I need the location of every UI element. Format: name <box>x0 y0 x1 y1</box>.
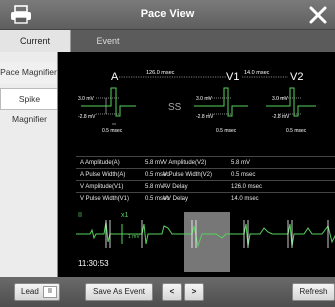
tab-bar: Current Event <box>0 30 335 52</box>
table-row: A Pulse Width(A) 0.5 msec V Pulse Width(V… <box>76 168 335 180</box>
svg-text:3.0 mV: 3.0 mV <box>78 96 95 102</box>
break-mark: SS <box>168 102 182 113</box>
table-row: V Pulse Width(V1) 0.5 msec VV Delay 14.0 m… <box>76 192 335 204</box>
measurement-table: A Amplitude(A) 5.8 mV V Amplitude(V2) 5.8 … <box>76 156 335 204</box>
svg-text:0.5 msec: 0.5 msec <box>216 128 237 134</box>
sidebar-item-spike-magnifier[interactable]: Spike Magnifier <box>0 88 58 124</box>
table-row: A Amplitude(A) 5.8 mV V Amplitude(V2) 5.8 … <box>76 156 335 168</box>
svg-text:3.0 mV: 3.0 mV <box>272 96 289 102</box>
av-interval: 126.0 msec <box>146 70 175 76</box>
spike-magnifier-view: A V1 V2 126.0 msec 14.0 msec 3.0 mV -2.8… <box>78 70 316 134</box>
next-button[interactable]: > <box>184 283 204 301</box>
svg-text:0.5 msec: 0.5 msec <box>102 128 123 134</box>
close-icon[interactable] <box>307 4 329 26</box>
lead-value[interactable]: II <box>43 286 57 298</box>
highlight-region <box>184 212 230 272</box>
sidebar-item-pace-magnifier[interactable]: Pace Magnifier <box>0 62 57 84</box>
svg-text:0.5 msec: 0.5 msec <box>286 128 307 134</box>
label-a: A <box>111 71 119 83</box>
vv-interval: 14.0 msec <box>244 70 270 76</box>
lead-selector[interactable]: Lead II <box>14 283 60 301</box>
strip-lead-label: II <box>78 212 82 219</box>
table-row: V Amplitude(V1) 5.8 mV AV Delay 126.0 msec <box>76 180 335 192</box>
pace-display: A V1 V2 126.0 msec 14.0 msec 3.0 mV -2.8… <box>57 52 335 277</box>
svg-text:1 mV: 1 mV <box>128 234 140 240</box>
tab-event[interactable]: Event <box>72 30 144 52</box>
title-bar: Pace View <box>0 0 335 30</box>
bottom-toolbar: Lead II Save As Event < > Refresh <box>0 277 335 307</box>
tab-current[interactable]: Current <box>0 30 71 52</box>
spike-v2: 3.0 mV -2.8 mV 0.5 msec <box>266 87 316 134</box>
label-v2: V2 <box>290 71 303 83</box>
spike-v1: 3.0 mV -2.8 mV 0.5 msec <box>194 87 248 134</box>
svg-text:-2.8 mV: -2.8 mV <box>196 114 214 120</box>
window-title: Pace View <box>140 8 195 20</box>
previous-button[interactable]: < <box>162 283 182 301</box>
label-v1: V1 <box>226 71 239 83</box>
svg-text:-2.8 mV: -2.8 mV <box>272 114 290 120</box>
save-as-event-button[interactable]: Save As Event <box>85 283 153 301</box>
refresh-button[interactable]: Refresh <box>292 283 335 301</box>
svg-text:3.0 mV: 3.0 mV <box>196 96 213 102</box>
sidebar: Pace Magnifier Spike Magnifier <box>0 52 58 277</box>
strip-time: 11:30:53 <box>78 259 109 268</box>
svg-text:-2.8 mV: -2.8 mV <box>78 114 96 120</box>
spike-a: 3.0 mV -2.8 mV 0.5 msec <box>78 87 136 134</box>
ecg-strip: 1 mV II x1 11:30:53 <box>76 212 335 272</box>
strip-gain-label: x1 <box>121 212 129 219</box>
